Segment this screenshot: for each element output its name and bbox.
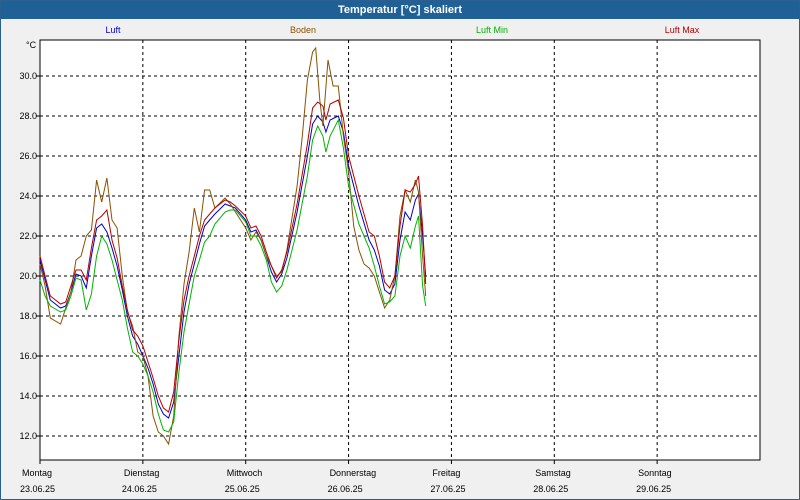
legend-entry: Luft	[105, 25, 121, 35]
x-tick-date: 25.06.25	[225, 484, 260, 494]
x-tick-weekday: Freitag	[432, 468, 460, 478]
x-tick-weekday: Sonntag	[638, 468, 672, 478]
x-tick-weekday: Montag	[22, 468, 52, 478]
y-tick-label: 20.0	[19, 271, 37, 281]
y-tick-label: 14.0	[19, 391, 37, 401]
y-tick-label: 16.0	[19, 351, 37, 361]
y-tick-label: 30.0	[19, 71, 37, 81]
x-tick-date: 23.06.25	[20, 484, 55, 494]
x-tick-date: 26.06.25	[328, 484, 363, 494]
y-tick-label: 12.0	[19, 431, 37, 441]
x-tick-weekday: Mittwoch	[227, 468, 263, 478]
x-tick-date: 28.06.25	[533, 484, 568, 494]
x-tick-weekday: Donnerstag	[330, 468, 377, 478]
x-tick-date: 29.06.25	[636, 484, 671, 494]
legend-entry: Luft Max	[665, 25, 700, 35]
legend-entry: Luft Min	[476, 25, 508, 35]
temperature-chart: 12.0 14.0 16.0 18.0 20.0 22.0 24.0 26.0 28.0 30.0…	[19, 25, 761, 494]
legend: Luft Boden Luft Min Luft Max	[105, 25, 699, 35]
x-tick-weekday: Dienstag	[124, 468, 160, 478]
y-axis-ticks: 12.0 14.0 16.0 18.0 20.0 22.0 24.0 26.0 28.0 30.0	[19, 71, 40, 441]
x-tick-date: 24.06.25	[122, 484, 157, 494]
x-tick-weekday: Samstag	[535, 468, 571, 478]
x-axis-ticks: Montag 23.06.25 Dienstag 24.06.25 Mittwoch 25…	[20, 460, 672, 494]
y-tick-label: 28.0	[19, 111, 37, 121]
y-tick-label: 22.0	[19, 231, 37, 241]
y-tick-label: 18.0	[19, 311, 37, 321]
plot-area	[39, 39, 761, 461]
y-axis-unit: °C	[26, 40, 37, 50]
x-tick-date: 27.06.25	[430, 484, 465, 494]
y-tick-label: 24.0	[19, 191, 37, 201]
legend-entry: Boden	[290, 25, 316, 35]
y-tick-label: 26.0	[19, 151, 37, 161]
